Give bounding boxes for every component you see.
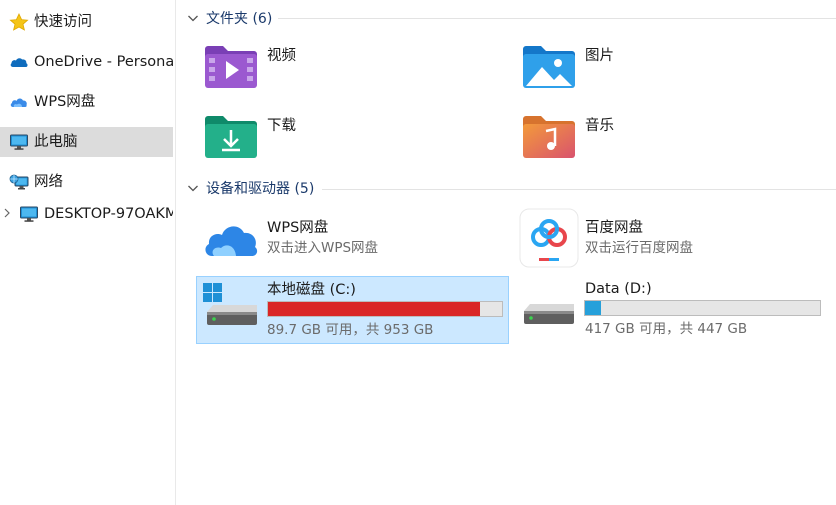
sidebar-item-onedrive[interactable]: OneDrive - Personal xyxy=(0,47,173,77)
baidu-netdisk-icon xyxy=(519,208,579,268)
drive-tile-c[interactable]: 本地磁盘 (C:) 89.7 GB 可用，共 953 GB xyxy=(196,276,509,344)
device-tile-wps-cloud[interactable]: WPS网盘 双击进入WPS网盘 xyxy=(198,208,508,268)
folder-tile-videos[interactable]: 视频 xyxy=(198,38,498,98)
sidebar-item-label: DESKTOP-97OAKMN xyxy=(44,206,173,222)
sidebar-item-label: 快速访问 xyxy=(34,14,92,30)
sidebar-item-label: 网络 xyxy=(34,174,63,190)
group-header-folders[interactable]: 文件夹 (6) xyxy=(186,8,272,28)
chevron-down-icon[interactable] xyxy=(186,181,200,195)
folder-name: 图片 xyxy=(585,48,614,64)
group-title: 设备和驱动器 (5) xyxy=(206,181,315,197)
drive-usage-bar xyxy=(267,301,503,317)
device-name: WPS网盘 xyxy=(267,220,329,236)
video-folder-icon xyxy=(205,46,257,88)
folder-tile-pictures[interactable]: 图片 xyxy=(516,38,816,98)
drive-icon xyxy=(524,304,574,324)
chevron-down-icon[interactable] xyxy=(186,11,200,25)
sidebar-item-network[interactable]: 网络 xyxy=(0,167,173,197)
device-description: 双击进入WPS网盘 xyxy=(267,240,379,256)
sidebar-item-label: OneDrive - Personal xyxy=(34,54,173,70)
network-icon xyxy=(9,174,29,190)
folder-name: 视频 xyxy=(267,48,296,64)
drive-free-space: 417 GB 可用，共 447 GB xyxy=(585,321,748,337)
onedrive-cloud-icon xyxy=(10,58,28,67)
device-tile-baidu-netdisk[interactable]: 百度网盘 双击运行百度网盘 xyxy=(516,208,826,268)
drive-name: Data (D:) xyxy=(585,281,652,297)
drive-usage-fill xyxy=(268,302,480,316)
sidebar-item-label: 此电脑 xyxy=(34,134,78,150)
device-description: 双击运行百度网盘 xyxy=(585,240,693,256)
drive-free-space: 89.7 GB 可用，共 953 GB xyxy=(267,322,434,338)
pictures-folder-icon xyxy=(523,46,575,88)
system-drive-icon xyxy=(203,283,257,325)
navigation-pane: 快速访问 OneDrive - Personal WPS网盘 此电脑 网络 DE… xyxy=(0,0,176,505)
group-title: 文件夹 (6) xyxy=(206,11,273,27)
downloads-folder-icon xyxy=(205,116,257,158)
drive-name: 本地磁盘 (C:) xyxy=(267,282,356,298)
sidebar-item-label: WPS网盘 xyxy=(34,94,96,110)
music-folder-icon xyxy=(523,116,575,158)
chevron-right-icon[interactable] xyxy=(2,206,12,220)
folder-tile-music[interactable]: 音乐 xyxy=(516,108,816,168)
device-name: 百度网盘 xyxy=(585,220,643,236)
wps-cloud-icon xyxy=(10,98,27,107)
folder-name: 音乐 xyxy=(585,118,614,134)
drive-usage-bar xyxy=(584,300,821,316)
monitor-icon xyxy=(10,134,28,150)
drive-tile-d[interactable]: Data (D:) 417 GB 可用，共 447 GB xyxy=(516,276,829,344)
group-divider xyxy=(278,18,836,19)
sidebar-item-wps-cloud[interactable]: WPS网盘 xyxy=(0,87,173,117)
sidebar-item-desktop-pc[interactable]: DESKTOP-97OAKMN xyxy=(0,199,173,229)
wps-cloud-icon xyxy=(205,226,258,256)
star-icon xyxy=(9,13,29,31)
group-divider xyxy=(322,189,836,190)
sidebar-item-this-pc[interactable]: 此电脑 xyxy=(0,127,173,157)
sidebar-item-quick-access[interactable]: 快速访问 xyxy=(0,7,173,37)
drive-usage-fill xyxy=(585,301,601,315)
folder-name: 下载 xyxy=(267,118,296,134)
group-header-devices[interactable]: 设备和驱动器 (5) xyxy=(186,178,314,198)
monitor-icon xyxy=(20,206,38,222)
folder-tile-downloads[interactable]: 下载 xyxy=(198,108,498,168)
